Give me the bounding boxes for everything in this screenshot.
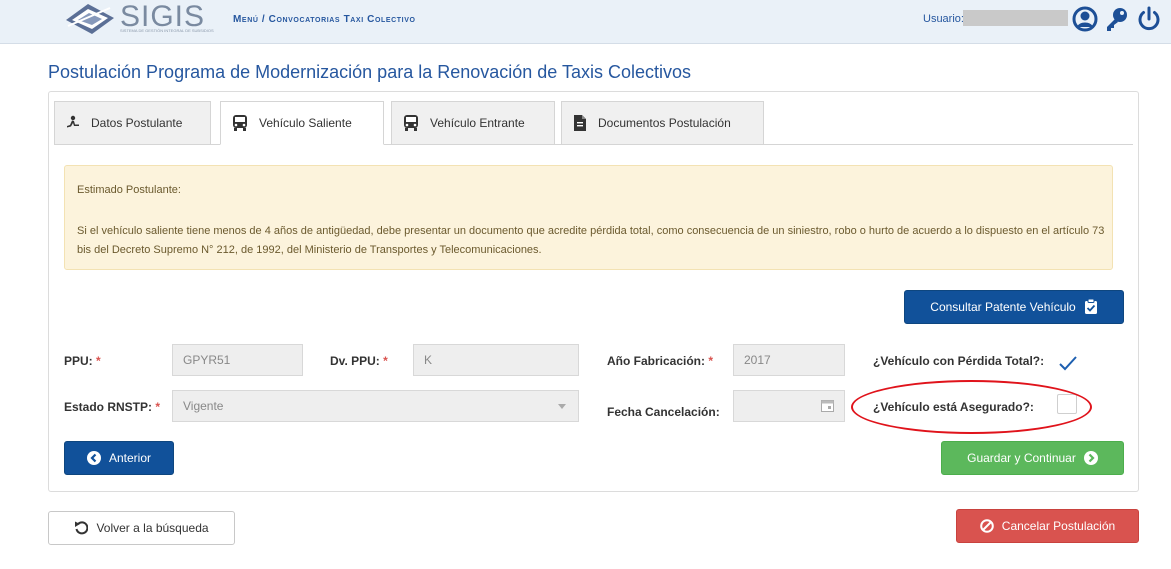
undo-icon — [75, 521, 89, 535]
ppu-input[interactable]: GPYR51 — [172, 344, 303, 376]
calendar-icon[interactable] — [821, 400, 834, 412]
chevron-down-icon — [558, 403, 566, 409]
fecha-cancelacion-input[interactable] — [733, 390, 845, 422]
breadcrumb[interactable]: Menú / Convocatorias Taxi Colectivo — [233, 14, 416, 25]
power-icon[interactable] — [1136, 6, 1162, 32]
button-label: Consultar Patente Vehículo — [930, 300, 1076, 314]
button-label: Guardar y Continuar — [967, 451, 1076, 465]
tab-vehiculo-saliente[interactable]: Vehículo Saliente — [220, 101, 384, 145]
guardar-continuar-button[interactable]: Guardar y Continuar — [941, 441, 1124, 475]
user-profile-icon[interactable] — [1072, 6, 1098, 32]
annotation-ellipse — [851, 380, 1092, 434]
clipboard-check-icon — [1084, 299, 1097, 314]
anio-fabricacion-input[interactable]: 2017 — [733, 344, 845, 376]
anio-fabricacion-label: Año Fabricación: * — [607, 354, 714, 368]
arrow-right-circle-icon — [1083, 451, 1098, 465]
alert-greeting: Estimado Postulante: — [77, 184, 181, 196]
anio-fabricacion-value: 2017 — [744, 353, 771, 367]
page-title: Postulación Programa de Modernización pa… — [48, 62, 692, 82]
perdida-total-checkmark-icon[interactable] — [1058, 355, 1078, 371]
bus-icon — [233, 115, 247, 131]
bus-icon — [404, 115, 418, 131]
dv-ppu-label: Dv. PPU: * — [330, 354, 388, 368]
warning-alert: Estimado Postulante: Si el vehículo sali… — [64, 165, 1113, 270]
estado-rnstp-value: Vigente — [183, 399, 224, 413]
diamond-logo-icon — [66, 4, 114, 34]
alert-message: Si el vehículo saliente tiene menos de 4… — [77, 225, 1105, 256]
perdida-total-label: ¿Vehículo con Pérdida Total?: — [873, 354, 1045, 368]
key-icon[interactable] — [1104, 6, 1130, 32]
document-icon — [574, 115, 586, 131]
person-walking-icon — [67, 115, 79, 128]
estado-rnstp-select[interactable]: Vigente — [172, 390, 579, 422]
tab-vehiculo-entrante[interactable]: Vehículo Entrante — [391, 101, 555, 145]
consultar-patente-button[interactable]: Consultar Patente Vehículo — [904, 290, 1124, 324]
tab-datos-postulante[interactable]: Datos Postulante — [54, 101, 211, 145]
logo-subtitle: SISTEMA DE GESTIÓN INTEGRAL DE SUBSIDIOS — [120, 28, 214, 33]
tab-label: Datos Postulante — [91, 116, 183, 130]
arrow-left-circle-icon — [86, 451, 101, 465]
estado-rnstp-label: Estado RNSTP: * — [64, 400, 161, 414]
ppu-label: PPU: * — [64, 354, 101, 368]
fecha-cancelacion-label: Fecha Cancelación: — [607, 405, 720, 419]
tab-label: Vehículo Saliente — [259, 116, 352, 130]
tab-label: Vehículo Entrante — [430, 116, 525, 130]
tab-label: Documentos Postulación — [598, 116, 731, 130]
tab-documentos-postulacion[interactable]: Documentos Postulación — [561, 101, 764, 145]
ban-icon — [979, 519, 994, 533]
dv-ppu-value: K — [424, 353, 433, 367]
top-bar: SIGIS SISTEMA DE GESTIÓN INTEGRAL DE SUB… — [0, 0, 1171, 44]
dv-ppu-input[interactable]: K — [413, 344, 579, 376]
user-name-redacted — [963, 10, 1068, 26]
ppu-value: GPYR51 — [183, 353, 231, 367]
button-label: Cancelar Postulación — [1001, 519, 1116, 533]
anterior-button[interactable]: Anterior — [64, 441, 174, 475]
button-label: Volver a la búsqueda — [96, 521, 209, 535]
button-label: Anterior — [108, 451, 152, 465]
cancelar-postulacion-button[interactable]: Cancelar Postulación — [956, 509, 1139, 543]
volver-busqueda-button[interactable]: Volver a la búsqueda — [48, 511, 235, 545]
